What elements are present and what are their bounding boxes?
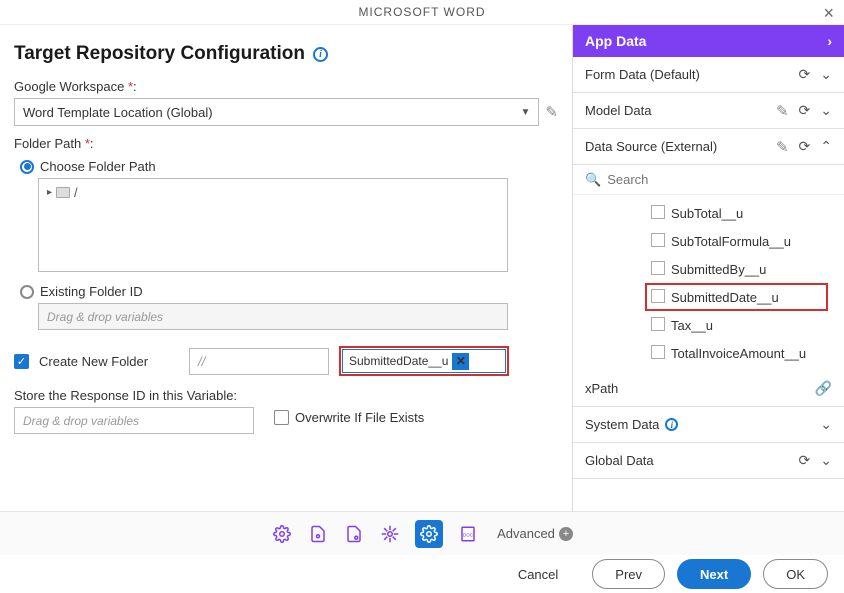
prev-button[interactable]: Prev bbox=[592, 559, 665, 589]
doc-icon[interactable]: DOC bbox=[457, 523, 479, 545]
search-icon: 🔍 bbox=[585, 172, 601, 188]
variable-chip[interactable]: SubmittedDate__u ✕ bbox=[342, 349, 506, 373]
app-data-header[interactable]: App Data › bbox=[573, 25, 844, 57]
folder-icon bbox=[56, 187, 70, 198]
field-icon bbox=[653, 347, 665, 359]
existing-folder-input[interactable]: Drag & drop variables bbox=[38, 303, 508, 330]
chevron-down-icon[interactable]: ⌄ bbox=[820, 416, 832, 433]
gear-active-icon[interactable] bbox=[415, 520, 443, 548]
workspace-value: Word Template Location (Global) bbox=[23, 105, 213, 120]
gear-icon[interactable] bbox=[271, 523, 293, 545]
plus-icon: + bbox=[559, 527, 573, 541]
create-folder-label: Create New Folder bbox=[39, 354, 179, 369]
variable-chip-container: SubmittedDate__u ✕ bbox=[339, 346, 509, 376]
refresh-icon[interactable]: ⟳ bbox=[799, 452, 811, 469]
dialog-footer: Cancel Prev Next OK bbox=[0, 555, 844, 593]
folder-label: Folder Path *: bbox=[14, 136, 558, 151]
refresh-icon[interactable]: ⟳ bbox=[799, 138, 811, 155]
field-icon bbox=[653, 291, 665, 303]
section-title: Target Repository Configuration i bbox=[14, 43, 558, 65]
refresh-icon[interactable]: ⟳ bbox=[799, 102, 811, 119]
search-input[interactable] bbox=[607, 172, 832, 187]
choose-folder-radio[interactable]: Choose Folder Path bbox=[20, 159, 558, 174]
data-item[interactable]: SubTotal__u bbox=[573, 199, 844, 227]
existing-folder-label: Existing Folder ID bbox=[40, 284, 143, 299]
field-icon bbox=[653, 263, 665, 275]
data-item-highlighted[interactable]: SubmittedDate__u bbox=[645, 283, 828, 311]
close-icon[interactable]: × bbox=[823, 3, 834, 24]
dialog-header: MICROSOFT WORD × bbox=[0, 0, 844, 25]
info-icon[interactable]: i bbox=[313, 47, 328, 62]
store-variable-input[interactable]: Drag & drop variables bbox=[14, 407, 254, 434]
chevron-up-icon[interactable]: ⌃ bbox=[820, 138, 832, 155]
radio-unchecked-icon bbox=[20, 285, 34, 299]
bottom-toolbar: DOC Advanced + bbox=[0, 511, 844, 555]
overwrite-checkbox[interactable] bbox=[274, 410, 289, 425]
data-item[interactable]: Tax__u bbox=[573, 311, 844, 339]
field-icon bbox=[653, 207, 665, 219]
radio-checked-icon bbox=[20, 160, 34, 174]
edit-icon[interactable]: ✎ bbox=[776, 102, 789, 120]
ok-button[interactable]: OK bbox=[763, 559, 828, 589]
cancel-button[interactable]: Cancel bbox=[496, 559, 580, 589]
next-button[interactable]: Next bbox=[677, 559, 751, 589]
overwrite-label: Overwrite If File Exists bbox=[295, 410, 424, 425]
global-data-section[interactable]: Global Data ⟳ ⌄ bbox=[573, 443, 844, 479]
search-row: 🔍 bbox=[573, 165, 844, 195]
field-icon bbox=[653, 235, 665, 247]
chip-label: SubmittedDate__u bbox=[349, 354, 448, 368]
create-folder-checkbox[interactable]: ✓ bbox=[14, 354, 29, 369]
store-label: Store the Response ID in this Variable: bbox=[14, 388, 254, 403]
file-gear-icon[interactable] bbox=[307, 523, 329, 545]
chevron-down-icon[interactable]: ⌄ bbox=[820, 102, 832, 119]
overwrite-checkbox-row[interactable]: Overwrite If File Exists bbox=[274, 410, 424, 425]
chevron-right-icon: › bbox=[827, 33, 832, 49]
info-icon[interactable]: i bbox=[665, 418, 678, 431]
folder-tree[interactable]: ▸ / bbox=[38, 178, 508, 272]
svg-text:DOC: DOC bbox=[463, 532, 474, 537]
caret-down-icon: ▼ bbox=[521, 107, 531, 118]
data-source-section[interactable]: Data Source (External) ✎ ⟳ ⌃ bbox=[573, 129, 844, 165]
data-item[interactable]: SubTotalFormula__u bbox=[573, 227, 844, 255]
chevron-down-icon[interactable]: ⌄ bbox=[820, 66, 832, 83]
section-title-text: Target Repository Configuration bbox=[14, 43, 305, 65]
workspace-select[interactable]: Word Template Location (Global) ▼ bbox=[14, 98, 539, 126]
config-pane: Target Repository Configuration i Google… bbox=[0, 25, 572, 511]
data-item[interactable]: SubmittedBy__u bbox=[573, 255, 844, 283]
model-data-section[interactable]: Model Data ✎ ⟳ ⌄ bbox=[573, 93, 844, 129]
edit-icon[interactable]: ✎ bbox=[776, 138, 789, 156]
tree-expand-icon[interactable]: ▸ bbox=[47, 187, 52, 198]
data-item[interactable]: TotalInvoiceAmount__u bbox=[573, 339, 844, 367]
path-prefix-input[interactable]: // bbox=[189, 348, 329, 375]
advanced-toggle[interactable]: Advanced + bbox=[497, 526, 573, 541]
link-icon[interactable]: 🔗 bbox=[815, 380, 832, 397]
dialog-title: MICROSOFT WORD bbox=[358, 5, 485, 19]
chip-remove-icon[interactable]: ✕ bbox=[452, 353, 469, 370]
edit-icon[interactable]: ✎ bbox=[545, 103, 558, 121]
tree-root: / bbox=[74, 185, 78, 200]
existing-folder-radio[interactable]: Existing Folder ID bbox=[20, 284, 558, 299]
gear-icon-2[interactable] bbox=[379, 523, 401, 545]
refresh-icon[interactable]: ⟳ bbox=[799, 66, 811, 83]
system-data-section[interactable]: System Datai ⌄ bbox=[573, 407, 844, 443]
field-icon bbox=[653, 319, 665, 331]
data-source-list: SubTotal__u SubTotalFormula__u Submitted… bbox=[573, 195, 844, 371]
xpath-section[interactable]: xPath 🔗 bbox=[573, 371, 844, 407]
chevron-down-icon[interactable]: ⌄ bbox=[820, 452, 832, 469]
file-settings-icon[interactable] bbox=[343, 523, 365, 545]
choose-folder-label: Choose Folder Path bbox=[40, 159, 156, 174]
workspace-label: Google Workspace *: bbox=[14, 79, 558, 94]
data-panel: App Data › Form Data (Default) ⟳ ⌄ Model… bbox=[572, 25, 844, 511]
form-data-section[interactable]: Form Data (Default) ⟳ ⌄ bbox=[573, 57, 844, 93]
